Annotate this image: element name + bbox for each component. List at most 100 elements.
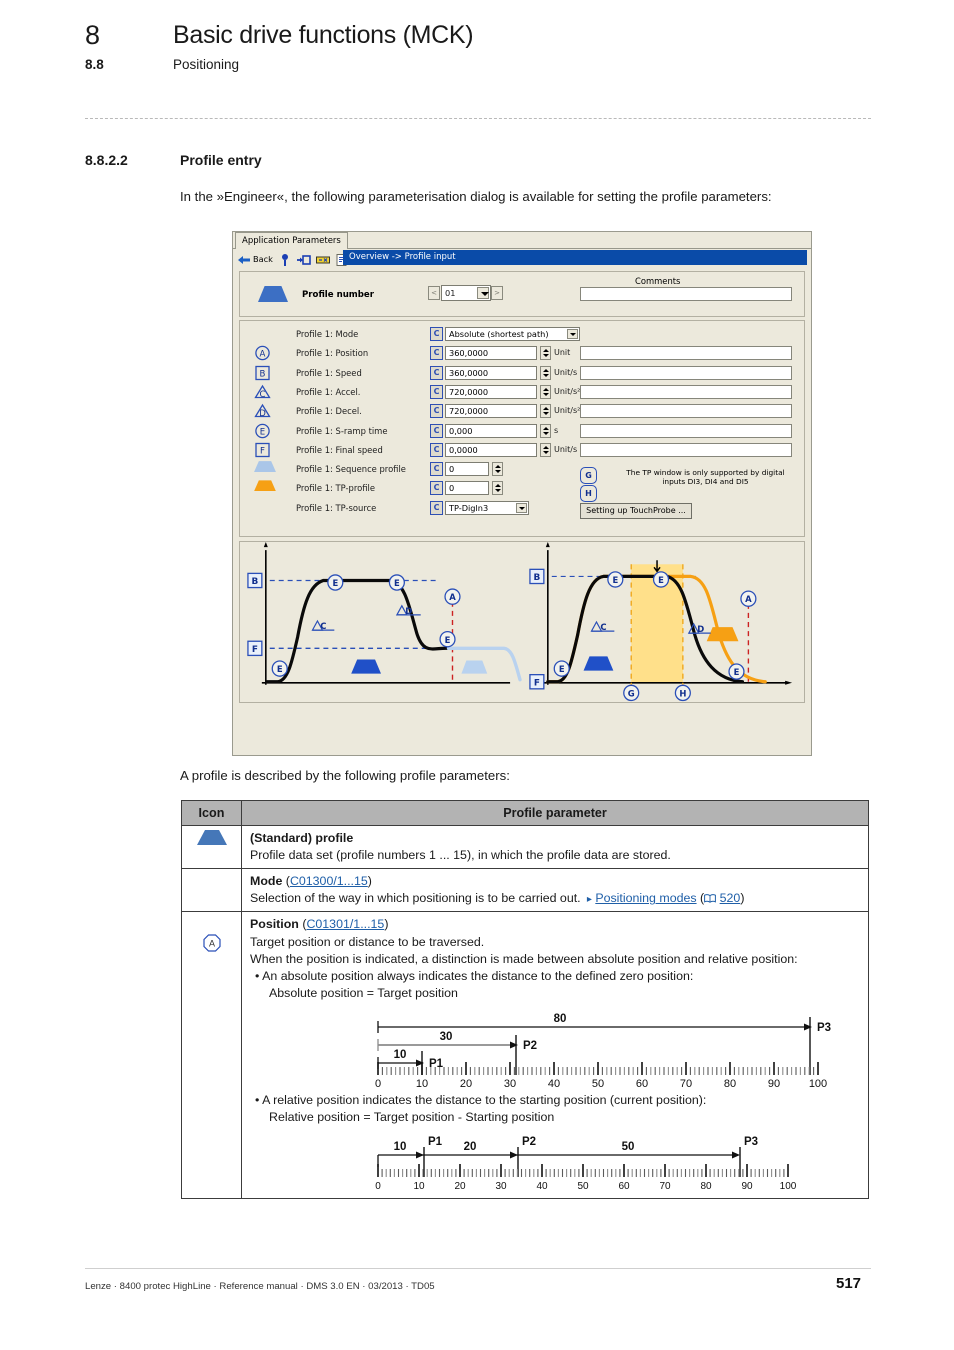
absolute-position-scale: 80 P3 30 P2 10 P1 0 10 20 30 40 50 60 70… [250,1009,860,1089]
row-content-position: Position (C01301/1...15) Target position… [241,911,869,1200]
bullet-absolute-formula: Absolute position = Target position [269,985,458,1000]
svg-text:30: 30 [440,1031,453,1043]
param-code-link[interactable]: C01301/1...15 [306,917,384,931]
badge-f-icon: F [254,442,271,462]
parameter-row: A Profile 1: Position C 360,0000 Unit [240,344,804,363]
value-stepper[interactable] [540,384,551,399]
value-stepper[interactable] [540,442,551,457]
engineer-dialog-screenshot: Application Parameters Back Overview -> … [232,231,812,756]
profile-parameter-table: Icon Profile parameter (Standard) profil… [181,800,869,1200]
badge-d-icon: D [254,403,271,423]
value-stepper[interactable] [540,404,551,419]
bullet-absolute: • An absolute position always indicates … [255,968,694,983]
parameter-comment-input[interactable] [580,365,792,380]
parameter-comment-input[interactable] [580,442,792,457]
parameter-value-field[interactable]: 0,000 [445,423,537,438]
parameter-label: Profile 1: S-ramp time [296,425,388,436]
page-header: 8 Basic drive functions (MCK) 8.8 Positi… [85,20,875,73]
relative-position-scale: 10 20 50 P1 P2 P3 0 10 20 30 40 50 60 70 80 90 100 [250,1133,860,1191]
chevron-down-icon[interactable] [477,287,489,299]
breadcrumb: Overview -> Profile input [343,250,807,265]
parameter-row: Profile 1: TP-source C TP-Digln3 [240,499,804,518]
parameter-value-field[interactable]: Absolute (shortest path) [445,327,580,341]
svg-text:0: 0 [375,1181,381,1191]
code-button[interactable]: C [430,500,443,515]
profile-prev-button[interactable]: < [428,286,440,300]
chapter-number: 8 [85,20,100,50]
svg-text:D: D [405,607,412,617]
param-description-2: When the position is indicated, a distin… [250,951,798,966]
info-icon[interactable] [278,252,292,266]
parameter-value-field[interactable]: 360,0000 [445,365,537,380]
blue-trapezoid-icon [196,830,227,848]
key-icon[interactable] [315,252,330,266]
code-button[interactable]: C [430,462,443,477]
svg-text:F: F [260,446,265,456]
parameter-comment-input[interactable] [580,404,792,419]
reference-page[interactable]: 520 [720,891,741,905]
goto-icon[interactable] [296,252,311,266]
parameter-value-field[interactable]: 0 [445,462,489,477]
comments-input[interactable] [580,287,792,301]
row-icon-standard-profile [181,824,242,870]
parameter-unit: Unit/s [554,444,578,454]
code-button[interactable]: C [430,365,443,380]
parameter-row: Profile 1: TP-profile C 0 [240,479,804,498]
code-button[interactable]: C [430,327,443,341]
parameter-unit: Unit/s² [554,386,581,396]
back-button-label: Back [253,254,273,264]
value-stepper[interactable] [540,346,551,361]
svg-text:E: E [394,579,400,589]
parameter-value-field[interactable]: 720,0000 [445,384,537,399]
value-stepper[interactable] [540,423,551,438]
svg-text:40: 40 [548,1078,560,1089]
value-stepper[interactable] [492,462,503,477]
param-code-link[interactable]: C01300/1...15 [290,874,368,888]
parameter-value-field[interactable]: 720,0000 [445,404,537,419]
param-name: (Standard) profile [250,831,354,845]
parameter-comment-input[interactable] [580,384,792,399]
parameter-value-field[interactable]: 360,0000 [445,346,537,361]
parameter-unit: Unit [554,348,571,358]
param-description-1: Target position or distance to be traver… [250,934,485,949]
svg-text:80: 80 [700,1181,712,1191]
param-name: Mode [250,874,283,889]
code-button[interactable]: C [430,442,443,457]
value-stepper[interactable] [540,365,551,380]
svg-text:A: A [745,595,752,605]
tab-application-parameters[interactable]: Application Parameters [235,232,348,249]
svg-text:80: 80 [554,1013,567,1025]
svg-text:C: C [320,622,326,632]
param-name: Position [250,917,299,932]
parameter-unit: Unit/s² [554,406,581,416]
parameter-comment-input[interactable] [580,346,792,361]
code-button[interactable]: C [430,346,443,361]
svg-text:D: D [259,409,266,419]
parameter-value-field[interactable]: 0,0000 [445,442,537,457]
svg-text:50: 50 [577,1181,589,1191]
reference-link[interactable]: Positioning modes [595,891,696,905]
value-stepper[interactable] [492,481,503,496]
parameter-value-field[interactable]: 0 [445,481,489,496]
svg-text:A: A [260,350,266,360]
parameter-label: Profile 1: TP-profile [296,483,375,494]
profile-number-value: 01 [445,288,456,298]
svg-text:B: B [533,573,540,583]
parameter-value-field[interactable]: TP-Digln3 [445,500,529,515]
svg-text:F: F [252,645,258,655]
chevron-down-icon[interactable] [516,502,527,513]
svg-text:70: 70 [659,1181,671,1191]
profile-next-button[interactable]: > [491,286,503,300]
parameter-comment-input[interactable] [580,423,792,438]
svg-text:20: 20 [460,1078,472,1089]
profile-number-select[interactable]: 01 [441,285,491,301]
code-button[interactable]: C [430,423,443,438]
badge-b-icon: B [254,365,271,385]
back-button[interactable]: Back [237,252,273,266]
svg-text:A: A [208,939,214,949]
chevron-down-icon[interactable] [567,329,578,339]
parameter-label: Profile 1: Speed [296,367,362,378]
code-button[interactable]: C [430,384,443,399]
code-button[interactable]: C [430,404,443,419]
code-button[interactable]: C [430,481,443,496]
